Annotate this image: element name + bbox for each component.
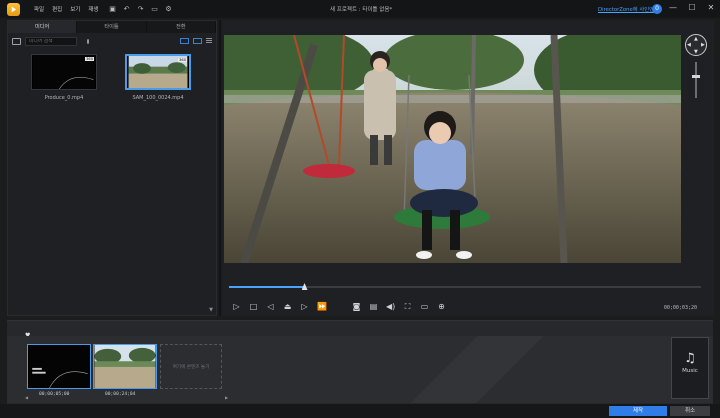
signin-link[interactable]: DirectorZone에 사인인 xyxy=(598,5,654,13)
undo-icon[interactable]: ↶ xyxy=(123,5,131,13)
fullscreen-icon[interactable]: ⛶ xyxy=(403,302,412,311)
menu-file[interactable]: 파일 xyxy=(34,5,44,13)
playback-controls: ▷ □ ◁ ⏏ ▷ ⏩ ◙ ▤ ◀) ⛶ ▭ ⊕ xyxy=(232,302,446,311)
clip-duration: 00;00;05;00 xyxy=(39,392,70,397)
scroll-down-icon[interactable]: ▼ xyxy=(209,307,213,313)
music-note-icon: ♫ xyxy=(684,351,696,366)
add-music-button[interactable]: ♫ Music xyxy=(671,337,709,399)
redo-icon[interactable]: ↷ xyxy=(137,5,145,13)
minimize-button[interactable]: — xyxy=(668,2,678,14)
search-icon[interactable] xyxy=(87,38,89,44)
large-thumbnail-view-icon[interactable] xyxy=(193,38,202,44)
tab-transitions[interactable]: 전환 xyxy=(147,21,216,33)
import-media-icon[interactable] xyxy=(12,37,21,45)
previous-frame-icon[interactable]: ◁ xyxy=(266,302,275,311)
user-avatar[interactable]: 0 xyxy=(652,4,662,14)
close-button[interactable]: ✕ xyxy=(706,2,716,14)
360-navigation-control[interactable]: ▲ ▼ ◀ ▶ xyxy=(685,34,707,56)
produce-button[interactable]: 제작 xyxy=(609,406,667,416)
quick-toolbar: ▣ ↶ ↷ ▭ ⚙ xyxy=(109,5,173,13)
storyboard-track: 여기에 콘텐츠 놓기 00;00;05;00 00;00;24;04 xyxy=(7,336,713,403)
subtitle-icon[interactable]: ▤ xyxy=(369,302,378,311)
pan-right-icon[interactable]: ▶ xyxy=(701,42,705,48)
zoom-slider[interactable] xyxy=(695,62,697,98)
stop-icon[interactable]: □ xyxy=(249,302,258,311)
library-tabs: 미디어 타이틀 전환 xyxy=(8,21,216,33)
bottom-action-bar: 제작 취소 xyxy=(0,404,720,418)
title-bar: 파일 편집 보기 재생 ▣ ↶ ↷ ▭ ⚙ 새 프로젝트 : 타이틀 없음* D… xyxy=(0,0,720,18)
playground-clip-image xyxy=(94,345,156,388)
drop-zone-placeholder[interactable]: 여기에 콘텐츠 놓기 xyxy=(160,344,222,389)
split-marker-icon[interactable]: ⏏ xyxy=(283,302,292,311)
seek-bar[interactable] xyxy=(229,283,701,290)
media-grid: 360 Produce_0.mp4 360 SAM_100_0024.mp4 xyxy=(8,49,216,101)
preview-panel: ▲ ▼ ◀ ▶ ▷ □ ◁ ⏏ ▷ ⏩ ◙ ▤ ◀) ⛶ ▭ ⊕ 00;00;0… xyxy=(222,20,714,316)
pan-down-icon[interactable]: ▼ xyxy=(694,49,698,55)
menu-play[interactable]: 재생 xyxy=(88,5,98,13)
seek-progress xyxy=(229,286,305,288)
tab-titles[interactable]: 타이틀 xyxy=(77,21,147,33)
media-thumbnail[interactable]: 360 xyxy=(125,54,191,90)
play-icon[interactable]: ▷ xyxy=(232,302,241,311)
timeline-scroll-left-icon[interactable]: ◀ xyxy=(25,395,28,400)
view-mode-buttons xyxy=(180,38,212,44)
video-preview[interactable] xyxy=(224,35,681,263)
ratio-icon[interactable]: ▭ xyxy=(151,5,159,13)
menu-edit[interactable]: 편집 xyxy=(52,5,62,13)
volume-icon[interactable]: ◀) xyxy=(386,302,395,311)
snapshot-camera-icon[interactable]: ◙ xyxy=(352,302,361,311)
pan-left-icon[interactable]: ◀ xyxy=(687,42,691,48)
clip-duration: 00;00;24;04 xyxy=(105,392,136,397)
media-thumbnail[interactable]: 360 xyxy=(31,54,97,90)
menu-view[interactable]: 보기 xyxy=(70,5,80,13)
maximize-button[interactable]: ☐ xyxy=(687,2,697,14)
media-name: SAM_100_0024.mp4 xyxy=(132,95,184,101)
preview-timecode: 00;00;03;20 xyxy=(663,305,697,311)
dark-clip-image xyxy=(28,345,90,388)
360-badge: 360 xyxy=(85,57,94,61)
timeline-clip[interactable] xyxy=(93,344,157,389)
save-icon[interactable]: ▣ xyxy=(109,5,117,13)
media-search-box[interactable] xyxy=(25,36,89,46)
media-library-panel: 미디어 타이틀 전환 360 Produce_0.mp4 xyxy=(7,20,217,316)
zoom-slider-knob[interactable] xyxy=(692,75,700,78)
window-controls: — ☐ ✕ xyxy=(668,2,716,14)
pan-up-icon[interactable]: ▲ xyxy=(694,36,698,42)
music-label: Music xyxy=(682,368,698,374)
media-name: Produce_0.mp4 xyxy=(44,95,84,101)
app-logo-icon xyxy=(7,2,20,16)
cancel-button[interactable]: 취소 xyxy=(670,406,710,416)
settings-gear-icon[interactable]: ⚙ xyxy=(165,5,173,13)
storyboard-timeline: ♥ 여기에 콘텐츠 놓기 00;00;05;00 00;00;24;04 ◀ ▶… xyxy=(7,320,713,404)
list-view-icon[interactable] xyxy=(206,38,212,44)
external-display-icon[interactable]: ▭ xyxy=(420,302,429,311)
preview-frame-image xyxy=(224,35,681,263)
media-search-input[interactable] xyxy=(29,38,69,44)
timeline-clip[interactable] xyxy=(27,344,91,389)
next-frame-icon[interactable]: ▷ xyxy=(300,302,309,311)
media-item[interactable]: 360 SAM_100_0024.mp4 xyxy=(125,54,191,101)
media-item[interactable]: 360 Produce_0.mp4 xyxy=(31,54,97,101)
thumbnail-view-icon[interactable] xyxy=(180,38,189,44)
panel-divider[interactable] xyxy=(219,20,221,316)
window-title: 새 프로젝트 : 타이틀 없음* xyxy=(330,7,393,13)
360-badge: 360 xyxy=(178,58,187,62)
menu-bar: 파일 편집 보기 재생 xyxy=(34,5,99,13)
fast-forward-icon[interactable]: ⏩ xyxy=(317,302,327,311)
timeline-scroll-right-icon[interactable]: ▶ xyxy=(225,395,228,400)
360-view-icon[interactable]: ⊕ xyxy=(437,302,446,311)
library-toolbar xyxy=(8,33,216,49)
tab-media[interactable]: 미디어 xyxy=(8,21,78,33)
